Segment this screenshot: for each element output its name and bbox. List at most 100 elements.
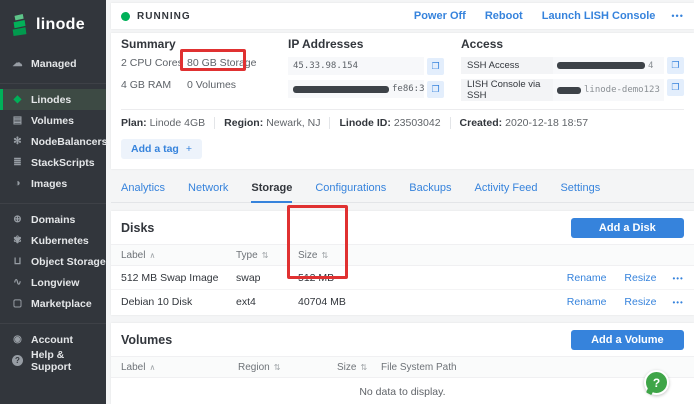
add-volume-button[interactable]: Add a Volume [570, 330, 684, 350]
add-disk-button[interactable]: Add a Disk [570, 218, 684, 238]
sidebar-item-linodes[interactable]: ◆ Linodes [0, 89, 106, 110]
lish-visible-part: linode-demo123 [584, 85, 660, 95]
longview-pulse-icon: ∿ [13, 277, 22, 288]
sidebar-item-longview[interactable]: ∿ Longview [0, 272, 106, 293]
ipv6-visible-part: fe86:3 [392, 84, 424, 94]
disk-size: 40704 MB [298, 296, 346, 308]
account-person-icon: ◉ [13, 334, 22, 345]
linode-logo[interactable]: linode [0, 10, 106, 46]
sidebar-item-label: Kubernetes [31, 234, 89, 247]
sidebar-item-label: Help & Support [31, 348, 72, 373]
volumes-header: Volumes Add a Volume [111, 323, 694, 356]
ssh-visible-part: 4 [648, 60, 654, 71]
launch-lish-console-button[interactable]: Launch LISH Console [542, 10, 656, 22]
disks-card: Disks Add a Disk Label ∧ Type ⇅ Size ⇅ 512 … [111, 211, 694, 315]
disk-row-swap: 512 MB Swap Image swap 512 MB Rename Res… [111, 266, 694, 290]
sidebar-item-object-storage[interactable]: ⊔ Object Storage [0, 251, 106, 272]
sidebar-item-label: Longview [31, 276, 80, 289]
help-button[interactable]: ? [644, 370, 669, 395]
sidebar-item-domains[interactable]: ⊕ Domains [0, 209, 106, 230]
tab-activity-feed[interactable]: Activity Feed [474, 182, 537, 202]
stat-cpu: 2 CPU Cores [121, 57, 183, 69]
copy-icon[interactable]: ❐ [666, 57, 684, 74]
ssh-access-row: SSH Access 4 ❐ [461, 57, 684, 74]
ipv6-address: fe86:3 [288, 80, 424, 98]
sidebar-item-marketplace[interactable]: ▢ Marketplace [0, 293, 106, 314]
copy-icon[interactable]: ❐ [427, 57, 444, 75]
disk-type: ext4 [236, 296, 256, 308]
tab-analytics[interactable]: Analytics [121, 182, 165, 202]
more-actions-icon[interactable]: ••• [672, 298, 683, 307]
linode-meta-row: Plan: Linode 4GB Region: Newark, NJ Linode… [121, 109, 684, 136]
ipv4-address: 45.33.98.154 [288, 57, 424, 75]
stat-storage: 80 GB Storage [187, 57, 257, 69]
lish-console-label: LISH Console via SSH [461, 79, 553, 101]
access-title: Access [461, 37, 504, 51]
sort-icon: ⇅ [360, 362, 368, 372]
tag-row: Add a tag + [121, 136, 684, 169]
tab-network[interactable]: Network [188, 182, 228, 202]
rename-button[interactable]: Rename [567, 272, 607, 284]
tab-settings[interactable]: Settings [560, 182, 600, 202]
sort-asc-icon: ∧ [149, 250, 156, 260]
sidebar-item-label: Object Storage [31, 255, 106, 268]
volumes-table-header: Label ∧ Region ⇅ Size ⇅ File System Path [111, 356, 694, 378]
sidebar-item-images[interactable]: ◑ Images [0, 173, 106, 194]
disks-column-size[interactable]: Size ⇅ [298, 250, 418, 261]
meta-plan: Plan: Linode 4GB [121, 117, 206, 129]
disk-size: 512 MB [298, 271, 335, 284]
disk-actions: Rename Resize ••• [418, 272, 694, 284]
sort-icon: ⇅ [273, 362, 281, 372]
tab-configurations[interactable]: Configurations [315, 182, 386, 202]
sidebar-group-managed: ☁ Managed [0, 48, 106, 74]
more-actions-icon[interactable]: ••• [672, 274, 683, 283]
kubernetes-helm-icon: ✾ [13, 235, 22, 246]
disk-row-debian: Debian 10 Disk ext4 40704 MB Rename Resi… [111, 290, 694, 314]
reboot-button[interactable]: Reboot [485, 10, 523, 22]
power-off-button[interactable]: Power Off [414, 10, 466, 22]
meta-created: Created: 2020-12-18 18:57 [449, 117, 598, 129]
volumes-column-region[interactable]: Region ⇅ [238, 362, 337, 373]
redacted-text [293, 85, 389, 93]
sidebar-item-stackscripts[interactable]: ≣ StackScripts [0, 152, 106, 173]
disks-header: Disks Add a Disk [111, 211, 694, 244]
summary-card: Summary 2 CPU Cores 80 GB Storage 4 GB R… [111, 33, 694, 169]
sidebar-item-label: Managed [31, 57, 77, 70]
linode-status-bar: RUNNING Power Off Reboot Launch LISH Con… [111, 3, 694, 29]
sidebar-item-account[interactable]: ◉ Account [0, 329, 106, 350]
sidebar-item-label: StackScripts [31, 156, 95, 169]
volumes-column-size[interactable]: Size ⇅ [337, 362, 381, 373]
rename-button[interactable]: Rename [567, 296, 607, 308]
summary-columns: Summary 2 CPU Cores 80 GB Storage 4 GB R… [121, 38, 684, 106]
logo-wordmark: linode [36, 16, 85, 33]
add-tag-button[interactable]: Add a tag + [121, 139, 202, 159]
disk-actions: Rename Resize ••• [418, 296, 694, 308]
sidebar: linode ☁ Managed ◆ Linodes ▤ Volumes ✻ N… [0, 0, 107, 404]
disks-column-label[interactable]: Label ∧ [111, 250, 236, 261]
sidebar-item-managed[interactable]: ☁ Managed [0, 53, 106, 74]
tab-storage[interactable]: Storage [251, 182, 293, 203]
sidebar-item-help-support[interactable]: ? Help & Support [0, 348, 106, 373]
disk-label: 512 MB Swap Image [121, 271, 219, 284]
volumes-column-label[interactable]: Label ∧ [111, 362, 238, 373]
more-actions-icon[interactable]: ••• [671, 11, 683, 21]
sidebar-item-label: Marketplace [31, 297, 92, 310]
sort-icon: ⇅ [321, 250, 329, 260]
sidebar-group-account: ◉ Account ? Help & Support [0, 323, 106, 373]
sidebar-item-label: Linodes [31, 93, 72, 106]
copy-icon[interactable]: ❐ [427, 80, 444, 98]
disks-title: Disks [121, 221, 155, 235]
copy-icon[interactable]: ❐ [666, 79, 684, 96]
sidebar-item-nodebalancers[interactable]: ✻ NodeBalancers [0, 131, 107, 152]
sidebar-item-label: Images [31, 177, 68, 190]
tab-backups[interactable]: Backups [409, 182, 451, 202]
disks-column-type[interactable]: Type ⇅ [236, 250, 298, 261]
resize-button[interactable]: Resize [624, 296, 656, 308]
volumes-empty-message: No data to display. [359, 386, 446, 398]
images-icon: ◑ [14, 178, 21, 189]
ip-addresses-title: IP Addresses [288, 37, 364, 51]
resize-button[interactable]: Resize [624, 272, 656, 284]
sidebar-item-volumes[interactable]: ▤ Volumes [0, 110, 106, 131]
summary-title: Summary [121, 37, 176, 51]
sidebar-item-kubernetes[interactable]: ✾ Kubernetes [0, 230, 106, 251]
